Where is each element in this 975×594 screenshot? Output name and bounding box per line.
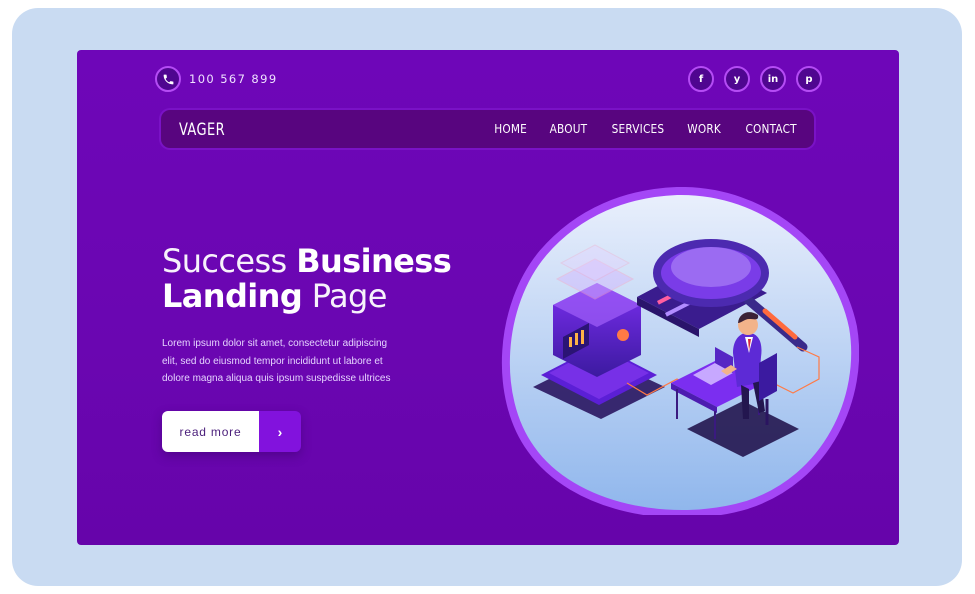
phone-contact[interactable]: 100 567 899 <box>155 66 278 92</box>
social-links: f y in p <box>688 66 822 92</box>
nav-item-work[interactable]: WORK <box>688 122 722 136</box>
hero-title-bold-2: Landing <box>162 277 303 315</box>
read-more-button[interactable]: read more › <box>162 411 301 452</box>
main-navbar: VAGER HOME ABOUT SERVICES WORK CONTACT <box>161 110 814 148</box>
brand-logo[interactable]: VAGER <box>179 120 225 140</box>
facebook-icon[interactable]: f <box>688 66 714 92</box>
linkedin-icon[interactable]: in <box>760 66 786 92</box>
pinterest-icon[interactable]: p <box>796 66 822 92</box>
nav-item-about[interactable]: ABOUT <box>549 122 587 136</box>
landing-page: 100 567 899 f y in p VAGER HOME ABOUT SE… <box>77 50 899 545</box>
nav-menu: HOME ABOUT SERVICES WORK CONTACT <box>492 122 800 136</box>
phone-number: 100 567 899 <box>189 72 278 86</box>
hero-description-line: Lorem ipsum dolor sit amet, consectetur … <box>162 338 388 349</box>
read-more-label[interactable]: read more <box>162 411 259 452</box>
phone-icon <box>155 66 181 92</box>
twitter-icon[interactable]: y <box>724 66 750 92</box>
nav-item-services[interactable]: SERVICES <box>611 122 664 136</box>
chevron-right-icon[interactable]: › <box>259 411 301 452</box>
hero-description-line: dolore magna aliqua quis ipsum suspediss… <box>162 373 391 384</box>
hero-description-line: elit, sed do eiusmod tempor incididunt u… <box>162 355 383 367</box>
hero-title: Success Business Landing Page <box>162 242 452 315</box>
business-illustration <box>501 187 859 515</box>
nav-item-contact[interactable]: CONTACT <box>745 122 796 136</box>
nav-item-home[interactable]: HOME <box>494 122 527 136</box>
hero-title-light-2: Page <box>302 277 388 315</box>
hero-title-bold-1: Business <box>296 242 452 280</box>
hero-title-light-1: Success <box>162 242 297 280</box>
hero-description: Lorem ipsum dolor sit amet, consectetur … <box>162 335 437 388</box>
